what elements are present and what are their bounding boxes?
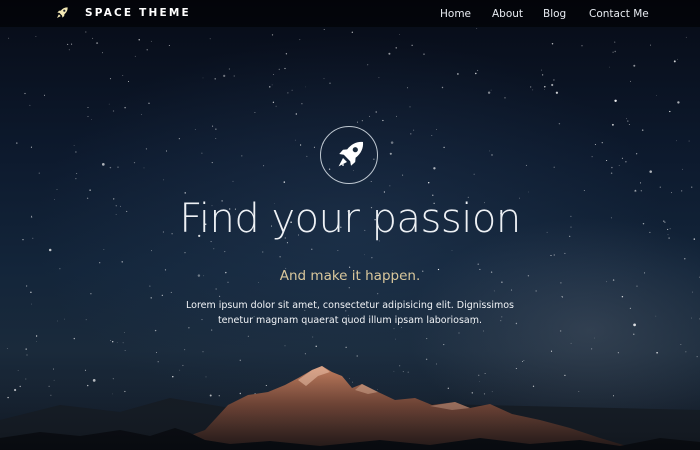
nav-links: Home About Blog Contact Me [0, 8, 700, 22]
rocket-badge [320, 126, 378, 184]
nav-about-link[interactable]: About [492, 8, 523, 20]
hero-description: Lorem ipsum dolor sit amet, consectetur … [186, 300, 514, 326]
hero-subtitle: And make it happen. [279, 268, 421, 284]
nav-home-link[interactable]: Home [440, 8, 471, 20]
hero-title: Find your passion [179, 196, 521, 242]
rocket-icon [338, 141, 364, 167]
nav-blog-link[interactable]: Blog [543, 8, 566, 20]
navbar: SPACE THEME Home About Blog Contact Me [0, 0, 700, 27]
nav-contact-link[interactable]: Contact Me [589, 8, 649, 20]
